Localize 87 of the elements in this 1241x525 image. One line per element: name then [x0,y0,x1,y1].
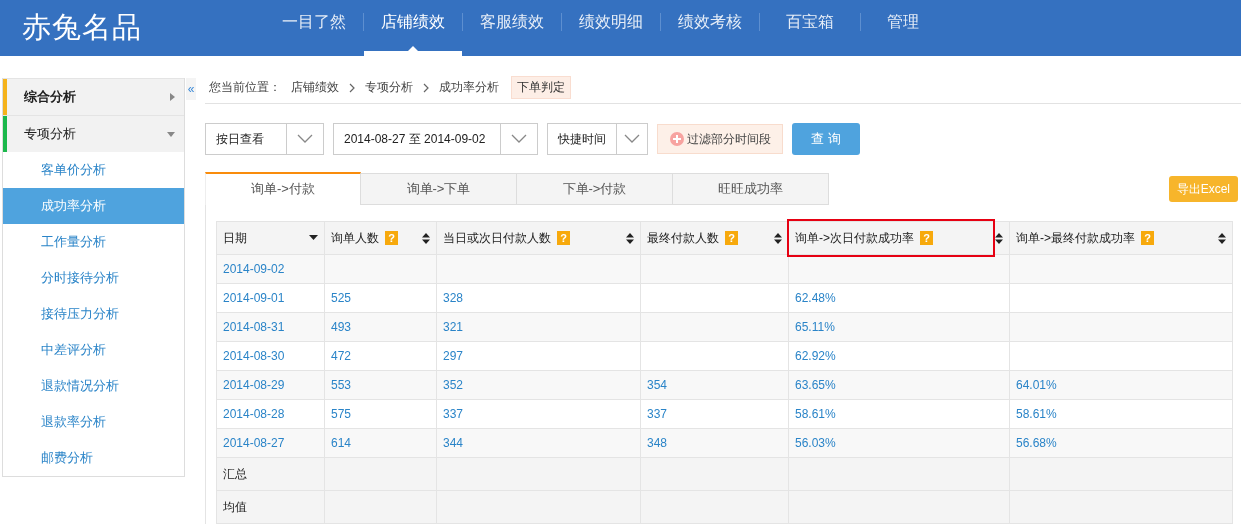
column-header: 日期 [223,229,247,247]
column-header: 询单人数 [331,229,379,247]
table-cell: 328 [443,291,464,305]
table-cell: 62.92% [795,349,836,363]
chevron-icon [421,82,431,93]
nav-tab[interactable]: 管理 [861,0,945,56]
nav-tab[interactable]: 一目了然 [265,0,363,56]
view-select[interactable]: 按日查看 [205,123,324,155]
table-cell: 汇总 [223,466,247,481]
chevron-icon [347,82,357,93]
table-cell: 2014-08-29 [223,378,285,392]
table-cell: 均值 [223,499,247,514]
table-cell: 525 [331,291,352,305]
table-cell: 58.61% [1016,407,1057,421]
tab[interactable]: 下单->付款 [517,173,673,205]
sidebar-item[interactable]: 工作量分析 [3,224,184,260]
status-tag: 下单判定 [511,76,571,99]
sidebar-group[interactable]: 专项分析 [3,115,184,152]
chevron-down-icon [297,134,313,144]
sidebar-item[interactable]: 退款率分析 [3,404,184,440]
chevron-down-icon [511,134,527,144]
sidebar-item[interactable]: 邮费分析 [3,440,184,476]
sort-icon[interactable] [422,232,430,244]
brand-logo: 赤兔名品 [22,10,143,45]
nav-tab[interactable]: 客服绩效 [463,0,561,56]
table-cell: 56.03% [795,436,836,450]
table-cell: 58.61% [795,407,836,421]
chevron-down-icon [624,134,640,144]
table-cell: 2014-08-30 [223,349,285,363]
breadcrumb-link[interactable]: 成功率分析 [439,79,499,96]
nav-tab[interactable]: 店铺绩效 [364,0,462,56]
sidebar-group[interactable]: 综合分析 [3,78,184,115]
table-cell: 63.65% [795,378,836,392]
column-header: 询单->最终付款成功率 [1016,229,1135,247]
column-header: 询单->次日付款成功率 [795,229,914,247]
sidebar-item[interactable]: 成功率分析 [3,188,184,224]
breadcrumb-link[interactable]: 店铺绩效 [291,79,339,96]
table-cell: 2014-09-02 [223,262,285,276]
date-range-select[interactable]: 2014-08-27 至 2014-09-02 [333,123,538,155]
column-header: 当日或次日付款人数 [443,229,551,247]
sort-descending-icon[interactable] [309,235,318,241]
table-cell: 575 [331,407,352,421]
tab[interactable]: 询单->付款 [205,172,361,205]
table-cell: 337 [647,407,668,421]
table-cell: 321 [443,320,464,334]
table-cell: 553 [331,378,352,392]
sidebar-item[interactable]: 接待压力分析 [3,296,184,332]
table-cell: 2014-08-28 [223,407,285,421]
table-cell: 352 [443,378,464,392]
table-cell: 472 [331,349,352,363]
quick-time-select[interactable]: 快捷时间 [547,123,648,155]
table-cell: 65.11% [795,320,835,334]
table-cell: 614 [331,436,352,450]
sidebar-item[interactable]: 退款情况分析 [3,368,184,404]
tab[interactable]: 询单->下单 [361,173,517,205]
table-cell: 2014-09-01 [223,291,285,305]
table-cell: 2014-08-31 [223,320,285,334]
sort-icon[interactable] [995,232,1003,244]
sort-icon[interactable] [626,232,634,244]
table-cell: 337 [443,407,464,421]
plus-circle-icon [670,132,684,146]
table-cell: 344 [443,436,464,450]
column-header: 最终付款人数 [647,229,719,247]
table-cell: 354 [647,378,668,392]
query-button[interactable]: 查 询 [792,123,860,155]
sidebar-item[interactable]: 中差评分析 [3,332,184,368]
table-cell: 56.68% [1016,436,1057,450]
table-cell: 2014-08-27 [223,436,285,450]
breadcrumb-link[interactable]: 专项分析 [365,79,413,96]
table-cell: 62.48% [795,291,836,305]
collapse-toggle[interactable]: « [186,78,196,100]
sidebar-item[interactable]: 分时接待分析 [3,260,184,296]
breadcrumb-label: 您当前位置： [209,79,281,96]
table-cell: 297 [443,349,464,363]
caret-down-icon [167,131,175,137]
sort-icon[interactable] [1218,232,1226,244]
table-cell: 64.01% [1016,378,1057,392]
nav-tab[interactable]: 百宝箱 [760,0,860,56]
caret-right-icon [170,93,175,101]
sort-icon[interactable] [774,232,782,244]
filter-button[interactable]: 过滤部分时间段 [657,124,783,154]
nav-tab[interactable]: 绩效明细 [562,0,660,56]
nav-tab[interactable]: 绩效考核 [661,0,759,56]
sidebar-item[interactable]: 客单价分析 [3,152,184,188]
tab[interactable]: 旺旺成功率 [673,173,829,205]
table-cell: 348 [647,436,668,450]
table-cell: 493 [331,320,352,334]
